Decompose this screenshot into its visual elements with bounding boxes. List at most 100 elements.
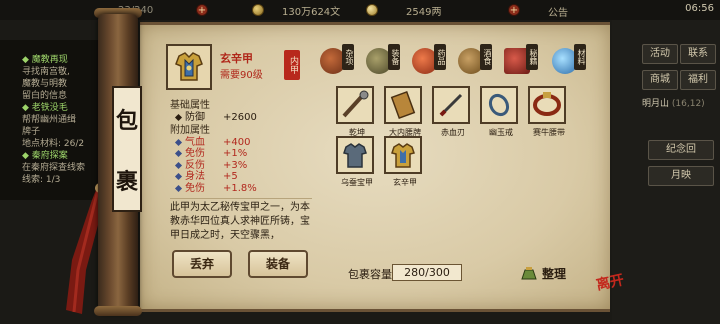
golden-armor-icon (391, 143, 415, 168)
right-hud: 活动 联系 商城 福利 明月山 (16,12) 纪念回 月映 (612, 20, 720, 324)
inventory-slot[interactable]: 大内腰牌 (384, 86, 422, 137)
staff-icon (342, 90, 369, 118)
stat-value: +2600 (223, 111, 257, 123)
quest-line: 地点材料: 26/2 (22, 139, 85, 149)
item-label: 赛牛腰带 (533, 128, 565, 137)
quest-line: 牌子 (22, 127, 41, 137)
inventory-slot[interactable]: 乾坤 (336, 86, 374, 137)
item-label: 玄辛甲 (393, 178, 417, 187)
contact-button[interactable]: 联系 (680, 44, 716, 64)
add-ingot-button[interactable]: + (508, 4, 520, 16)
tab-label: 秘籍 (526, 44, 538, 70)
stat-value: +400 (223, 136, 251, 148)
tab-label: 杂项 (342, 44, 354, 70)
item-name: 玄辛甲 (220, 52, 253, 65)
stat-row: 反伤 +3% (170, 160, 312, 172)
quest-line: 在秦府探查线索 (22, 163, 86, 173)
quest-marker-icon: ◆ (22, 151, 32, 161)
base-stats-title: 基础属性 (170, 100, 210, 111)
golden-armor-icon (175, 52, 203, 81)
quest-line: 魔教与明教 (22, 79, 68, 89)
stat-value: +1.8% (223, 182, 257, 194)
stat-row: 免伤 +1% (170, 148, 312, 160)
tab-sundries[interactable]: 杂项 (320, 42, 354, 78)
ingot-value: 2549两 (406, 6, 442, 18)
inventory-slot[interactable]: 幽玉戒 (480, 86, 518, 137)
item-type-seal: 内甲 (284, 50, 300, 80)
map-location: 明月山 (16,12) (642, 96, 705, 109)
tab-label: 药品 (434, 44, 446, 70)
extra-stats-title: 附加属性 (170, 125, 210, 136)
diamond-bullet-icon (174, 184, 183, 192)
inventory-slot[interactable]: 赛牛腰带 (528, 86, 566, 137)
quest-tracker: ◆ 魔教再现 寻找南宫敬, 魔教与明教 留白的信息 ◆ 老铁没毛 帮帮幽州通缉 … (0, 40, 108, 200)
tab-secret-book[interactable]: 秘籍 (504, 42, 538, 78)
belt-icon (533, 92, 561, 116)
quest-line: 寻找南宫敬, (22, 67, 70, 77)
ingot-icon (366, 4, 378, 16)
stat-value: +1% (223, 148, 248, 159)
tab-medicine[interactable]: 药品 (412, 42, 446, 78)
quest-line: 留白的信息 (22, 91, 68, 101)
activity-button[interactable]: 活动 (642, 44, 678, 64)
diamond-bullet-icon (174, 113, 183, 121)
window-title-char: 包 (115, 107, 138, 134)
memorial-button[interactable]: 纪念回 (648, 140, 714, 160)
token-plaque-icon (390, 90, 416, 120)
stat-name: 身法 (185, 171, 205, 182)
stat-row: 气血 +400 (170, 137, 312, 149)
quest-line: 帮帮幽州通缉 (22, 115, 77, 125)
selected-item-slot (166, 44, 212, 90)
inventory-grid: 乾坤 大内腰牌 赤血刃 幽玉戒 赛牛腰带 乌蚕宝甲 玄辛甲 (334, 86, 604, 266)
tab-material[interactable]: 材料 (552, 42, 586, 78)
quest-title: 老铁没毛 (31, 103, 68, 113)
tab-wine-food[interactable]: 酒食 (458, 42, 492, 78)
stat-value: +3% (223, 159, 248, 171)
tab-equipment[interactable]: 装备 (366, 42, 400, 78)
item-description[interactable]: 此甲为太乙秘传宝甲之一，为本教赤华四位真人求神匠所铸，宝甲日成之时，天空骤黑， (170, 198, 312, 242)
drop-button[interactable]: 丢弃 (172, 250, 232, 278)
tab-label: 材料 (574, 44, 586, 70)
diamond-bullet-icon (174, 161, 183, 169)
category-tabs: 杂项 装备 药品 酒食 秘籍 材料 (320, 42, 604, 82)
inventory-slot[interactable]: 乌蚕宝甲 (336, 136, 374, 187)
quest-title: 魔教再现 (31, 55, 68, 65)
inventory-slot[interactable]: 赤血刃 (432, 86, 470, 137)
map-coord: (16,12) (671, 99, 705, 109)
copper-coin-icon (252, 4, 264, 16)
inventory-slot[interactable]: 玄辛甲 (384, 136, 422, 187)
add-stamina-button[interactable]: + (196, 4, 208, 16)
stat-row: 免伤 +1.8% (170, 183, 312, 195)
sort-button[interactable]: 整理 (520, 262, 566, 284)
tab-label: 酒食 (480, 44, 492, 70)
welfare-button[interactable]: 福利 (680, 70, 716, 90)
equip-button[interactable]: 装备 (248, 250, 308, 278)
item-detail-header: 玄辛甲 需要90级 内甲 (166, 44, 312, 94)
quest-marker-icon: ◆ (22, 103, 32, 113)
quest-title: 秦府探案 (31, 151, 68, 161)
quest-2[interactable]: ◆ 老铁没毛 帮帮幽州通缉 牌子 地点材料: 26/2 (22, 102, 104, 150)
armor-icon (343, 143, 367, 168)
moon-button[interactable]: 月映 (648, 166, 714, 186)
map-name: 明月山 (642, 99, 670, 109)
diamond-bullet-icon (174, 138, 183, 146)
quest-1[interactable]: ◆ 魔教再现 寻找南宫敬, 魔教与明教 留白的信息 (22, 54, 104, 102)
item-requirement: 需要90级 (220, 70, 263, 81)
announce-button[interactable]: 公告 (548, 4, 568, 19)
tab-label: 装备 (388, 44, 400, 70)
stat-row: 防御 +2600 (170, 112, 312, 124)
capacity-value: 280/300 (392, 264, 462, 281)
stat-name: 气血 (185, 136, 205, 148)
stat-name: 免伤 (185, 148, 205, 159)
copper-display: 130万624文 (252, 3, 340, 18)
mall-button[interactable]: 商城 (642, 70, 678, 90)
window-title: 包 裹 (112, 86, 142, 212)
window-title-char: 裹 (115, 168, 138, 195)
stat-row: 身法 +5 (170, 171, 312, 183)
stat-name: 防御 (185, 111, 205, 123)
diamond-bullet-icon (174, 172, 183, 181)
stat-value: +5 (223, 171, 238, 182)
quest-marker-icon: ◆ (22, 55, 32, 65)
sort-label: 整理 (542, 266, 567, 281)
capacity-label: 包裹容量 (348, 268, 392, 281)
